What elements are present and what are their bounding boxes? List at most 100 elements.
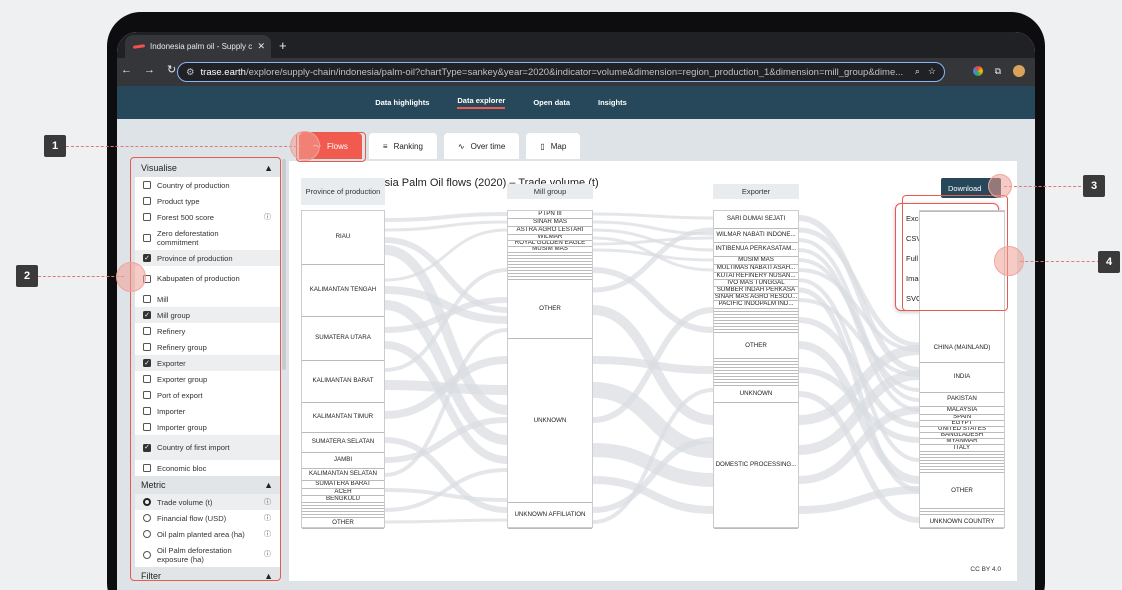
site-settings-icon[interactable]: ⚙: [186, 67, 195, 78]
callout-badge-3: 3: [1083, 175, 1105, 197]
sankey-flow[interactable]: [798, 486, 920, 514]
sankey-node[interactable]: SARI DUMAI SEJATI: [714, 211, 798, 229]
browser-tab[interactable]: Indonesia palm oil - Supply ch ✕: [125, 35, 271, 58]
sankey-node[interactable]: KUTAI REFINERY NUSAN...: [714, 273, 798, 280]
url-input[interactable]: ⚙ trase.earth/explore/supply-chain/indon…: [177, 62, 945, 82]
nav-data-explorer[interactable]: Data explorer: [457, 96, 506, 109]
site-nav: Data highlights Data explorer Open data …: [117, 86, 1035, 119]
sankey-flow[interactable]: [592, 212, 714, 220]
sankey-node[interactable]: INTIBENUA PERKASATAM...: [714, 243, 798, 257]
sankey-node[interactable]: PAKISTAN: [920, 393, 1004, 407]
sankey-flow[interactable]: [384, 518, 508, 524]
callout-marker-2: [116, 262, 146, 292]
sankey-node[interactable]: OTHER: [920, 474, 1004, 509]
sankey-node[interactable]: PTPN III: [508, 211, 592, 219]
sankey-node[interactable]: MUSIM MAS: [714, 257, 798, 265]
column-header-exporter: Exporter: [713, 184, 799, 199]
sankey-node[interactable]: SUMBER INDAH PERKASA: [714, 287, 798, 294]
callout-line-4: [1020, 261, 1100, 262]
callout-marker-1: [290, 131, 320, 161]
ranking-icon: ≡: [382, 141, 388, 151]
sankey-node[interactable]: SINAR MAS AGRO RESOU...: [714, 294, 798, 301]
download-menu-highlight: [902, 195, 1008, 311]
reload-icon[interactable]: ↻: [167, 63, 176, 76]
exporter-column: SARI DUMAI SEJATI WILMAR NABATI INDONE...…: [713, 210, 799, 529]
map-icon: ▯: [540, 141, 545, 151]
sankey-node[interactable]: UNKNOWN: [714, 387, 798, 403]
column-header-province: Province of production: [301, 178, 385, 205]
mill-column: PTPN III SINAR MAS ASTRA AGRO LESTARI WILMA…: [507, 210, 593, 529]
minor-nodes: [920, 509, 1004, 517]
callout-line-3: [1004, 186, 1086, 187]
minor-nodes: [920, 452, 1004, 474]
nav-insights[interactable]: Insights: [598, 98, 627, 107]
bookmark-star-icon[interactable]: ☆: [928, 66, 936, 77]
sidebar-highlight: [130, 157, 281, 581]
callout-badge-1: 1: [44, 135, 66, 157]
nav-data-highlights[interactable]: Data highlights: [375, 98, 429, 107]
sankey-node[interactable]: RIAU: [302, 211, 384, 265]
extension-icon[interactable]: [972, 66, 983, 76]
sankey-node[interactable]: OTHER: [714, 335, 798, 359]
tab-ranking[interactable]: ≡ Ranking: [368, 133, 437, 159]
forward-icon[interactable]: →: [144, 64, 155, 76]
sankey-flow[interactable]: [592, 267, 714, 333]
nav-open-data[interactable]: Open data: [533, 98, 570, 107]
sankey-node[interactable]: KALIMANTAN TIMUR: [302, 403, 384, 433]
sankey-node[interactable]: KALIMANTAN SELATAN: [302, 469, 384, 481]
sankey-node[interactable]: DOMESTIC PROCESSING...: [714, 403, 798, 529]
browser-tab-title: Indonesia palm oil - Supply ch: [150, 42, 253, 51]
new-tab-icon[interactable]: +: [279, 38, 287, 53]
sankey-node[interactable]: OTHER: [508, 281, 592, 339]
sankey-node[interactable]: MALAYSIA: [920, 407, 1004, 415]
trend-icon: ∿: [457, 141, 465, 151]
profile-avatar[interactable]: [1013, 65, 1025, 77]
province-column: RIAU KALIMANTAN TENGAH SUMATERA UTARA KALIM…: [301, 210, 385, 529]
minor-nodes: [302, 503, 384, 518]
sankey-node[interactable]: INDIA: [920, 363, 1004, 393]
tab-map[interactable]: ▯ Map: [526, 133, 581, 159]
sankey-node[interactable]: SUMATERA SELATAN: [302, 433, 384, 453]
url-domain: trase.earth: [200, 66, 246, 78]
callout-badge-4: 4: [1098, 251, 1120, 273]
sankey-node[interactable]: SUMATERA BARAT: [302, 481, 384, 489]
sankey-node[interactable]: ITALY: [920, 445, 1004, 452]
browser-tabbar: Indonesia palm oil - Supply ch ✕ +: [117, 32, 1035, 58]
tab-over-time-label: Over time: [470, 141, 506, 151]
sankey-node[interactable]: ASTRA AGRO LESTARI: [508, 227, 592, 235]
back-icon[interactable]: ←: [121, 64, 132, 76]
puzzle-icon[interactable]: ⧉: [995, 66, 1001, 77]
url-path: /explore/supply-chain/indonesia/palm-oil…: [245, 66, 904, 78]
sankey-node[interactable]: SINAR MAS: [508, 219, 592, 227]
sankey-node[interactable]: JAMBI: [302, 453, 384, 469]
callout-badge-2: 2: [16, 265, 38, 287]
sankey-flow[interactable]: [384, 212, 508, 222]
sankey-node[interactable]: PACIFIC INDOPALM IND...: [714, 301, 798, 309]
sankey-node[interactable]: MULTIMAS NABATI ASAH...: [714, 265, 798, 273]
sankey-node[interactable]: IVO MAS TUNGGAL: [714, 280, 798, 287]
sankey-node[interactable]: BENGKULU: [302, 496, 384, 503]
sankey-node[interactable]: ACEH: [302, 489, 384, 496]
callout-marker-3: [988, 174, 1012, 198]
close-tab-icon[interactable]: ✕: [257, 41, 265, 52]
sankey-node[interactable]: KALIMANTAN BARAT: [302, 361, 384, 403]
minor-nodes: [714, 359, 798, 387]
sankey-node[interactable]: WILMAR NABATI INDONE...: [714, 229, 798, 243]
sankey-node[interactable]: CHINA (MAINLAND): [920, 335, 1004, 363]
column-header-mill: Mill group: [507, 184, 593, 199]
callout-line-1: [66, 146, 302, 147]
sankey-node[interactable]: SUMATERA UTARA: [302, 317, 384, 361]
minor-nodes: [714, 309, 798, 335]
sankey-node[interactable]: OTHER: [302, 518, 384, 529]
zoom-icon[interactable]: ⌕: [915, 66, 920, 77]
tab-over-time[interactable]: ∿ Over time: [443, 133, 520, 159]
minor-nodes: [508, 253, 592, 281]
sidebar-scrollbar[interactable]: [282, 159, 286, 370]
sankey-node[interactable]: KALIMANTAN TENGAH: [302, 265, 384, 317]
trase-favicon-icon: [132, 44, 146, 49]
sankey-node[interactable]: UNKNOWN AFFILIATION: [508, 503, 592, 529]
sankey-node[interactable]: UNKNOWN COUNTRY: [920, 517, 1004, 529]
sankey-node[interactable]: UNKNOWN: [508, 341, 592, 503]
sankey-flow[interactable]: [384, 220, 508, 232]
license-text: CC BY 4.0: [970, 566, 1001, 573]
